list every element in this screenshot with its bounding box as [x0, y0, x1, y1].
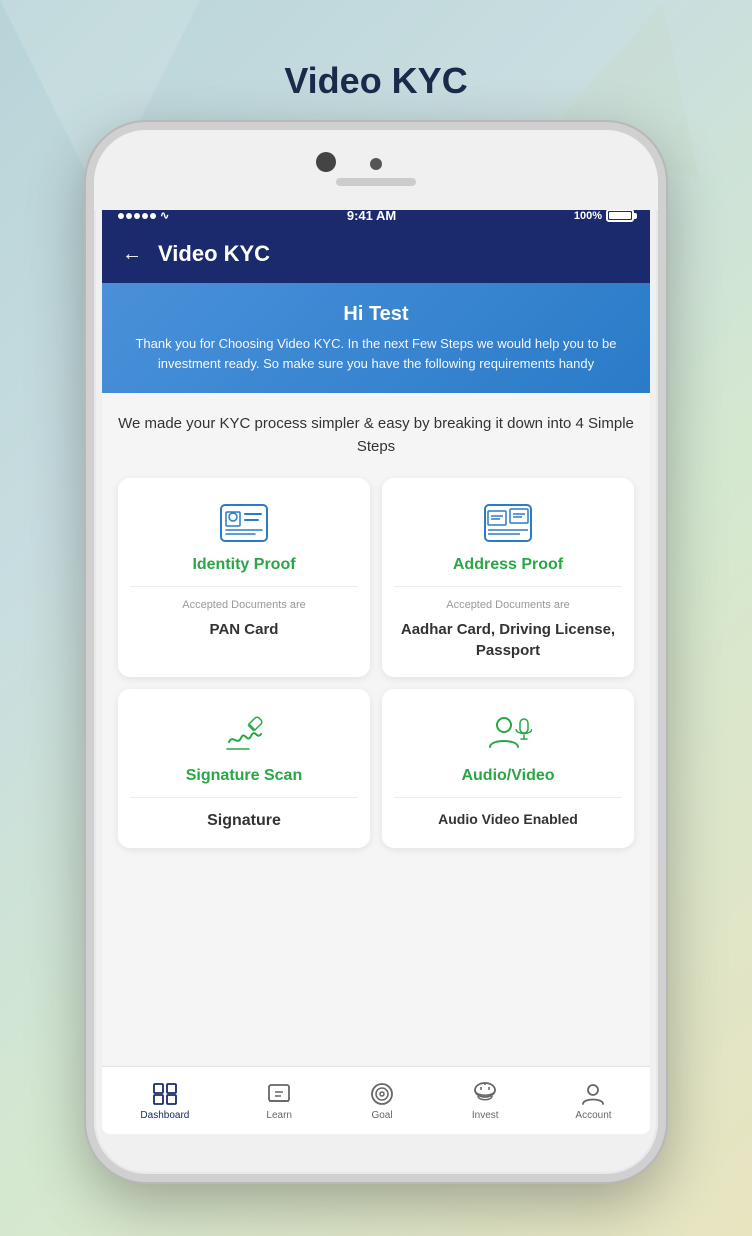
status-right: 100% — [574, 209, 634, 222]
kyc-cards-grid: Identity Proof Accepted Documents are PA… — [118, 478, 634, 848]
battery-percent: 100% — [574, 210, 602, 222]
account-label: Account — [575, 1110, 611, 1121]
status-time: 9:41 AM — [347, 208, 396, 223]
dashboard-icon — [152, 1081, 178, 1107]
status-left: ∿ — [118, 209, 169, 222]
camera-lens — [370, 158, 382, 170]
signature-scan-divider — [130, 797, 358, 798]
nav-dashboard[interactable]: Dashboard — [140, 1081, 189, 1121]
address-proof-doc-value: Aadhar Card, Driving License, Passport — [394, 619, 622, 661]
identity-proof-card[interactable]: Identity Proof Accepted Documents are PA… — [118, 478, 370, 677]
phone-top-bar — [94, 130, 658, 210]
welcome-greeting: Hi Test — [126, 303, 626, 326]
address-proof-icon — [483, 498, 533, 548]
audio-video-title: Audio/Video — [461, 767, 554, 785]
nav-learn[interactable]: Learn — [266, 1081, 292, 1121]
front-camera — [316, 152, 336, 172]
dashboard-label: Dashboard — [140, 1110, 189, 1121]
invest-icon — [472, 1081, 498, 1107]
audio-video-divider — [394, 797, 622, 798]
address-proof-card[interactable]: Address Proof Accepted Documents are Aad… — [382, 478, 634, 677]
signal-dots — [118, 213, 156, 219]
signature-scan-icon — [219, 709, 269, 759]
app-header: ← Video KYC — [102, 229, 650, 283]
power-button — [664, 360, 666, 430]
signature-scan-title: Signature Scan — [186, 767, 302, 785]
account-icon — [580, 1081, 606, 1107]
learn-icon — [266, 1081, 292, 1107]
phone-screen: ∿ 9:41 AM 100% ← Video KYC Hi Test Thank… — [102, 202, 650, 1134]
kyc-subtitle: We made your KYC process simpler & easy … — [118, 413, 634, 458]
bottom-nav: Dashboard Learn — [102, 1066, 650, 1134]
audio-video-icon — [483, 709, 533, 759]
identity-proof-divider — [130, 586, 358, 587]
battery-icon — [606, 209, 634, 222]
address-proof-doc-label: Accepted Documents are — [446, 599, 570, 611]
welcome-description: Thank you for Choosing Video KYC. In the… — [126, 334, 626, 373]
signature-scan-card[interactable]: Signature Scan Signature — [118, 689, 370, 848]
address-proof-title: Address Proof — [453, 556, 563, 574]
signature-scan-doc-value: Signature — [207, 810, 281, 832]
app-header-title: Video KYC — [158, 241, 270, 267]
nav-account[interactable]: Account — [575, 1081, 611, 1121]
identity-proof-doc-label: Accepted Documents are — [182, 599, 306, 611]
back-button[interactable]: ← — [122, 243, 142, 266]
nav-invest[interactable]: Invest — [472, 1081, 499, 1121]
content-area: We made your KYC process simpler & easy … — [102, 393, 650, 1134]
goal-icon — [369, 1081, 395, 1107]
identity-proof-title: Identity Proof — [192, 556, 295, 574]
audio-video-card[interactable]: Audio/Video Audio Video Enabled — [382, 689, 634, 848]
vol-up-button — [86, 330, 88, 380]
welcome-banner: Hi Test Thank you for Choosing Video KYC… — [102, 283, 650, 393]
phone-mockup: ∿ 9:41 AM 100% ← Video KYC Hi Test Thank… — [86, 122, 666, 1182]
goal-label: Goal — [371, 1110, 392, 1121]
page-title: Video KYC — [284, 60, 467, 102]
address-proof-divider — [394, 586, 622, 587]
nav-goal[interactable]: Goal — [369, 1081, 395, 1121]
learn-label: Learn — [266, 1110, 292, 1121]
audio-video-doc-value: Audio Video Enabled — [438, 810, 578, 830]
vol-down-button — [86, 395, 88, 445]
wifi-icon: ∿ — [160, 209, 169, 222]
invest-label: Invest — [472, 1110, 499, 1121]
identity-proof-doc-value: PAN Card — [210, 619, 279, 640]
identity-proof-icon — [219, 498, 269, 548]
speaker — [336, 178, 416, 186]
